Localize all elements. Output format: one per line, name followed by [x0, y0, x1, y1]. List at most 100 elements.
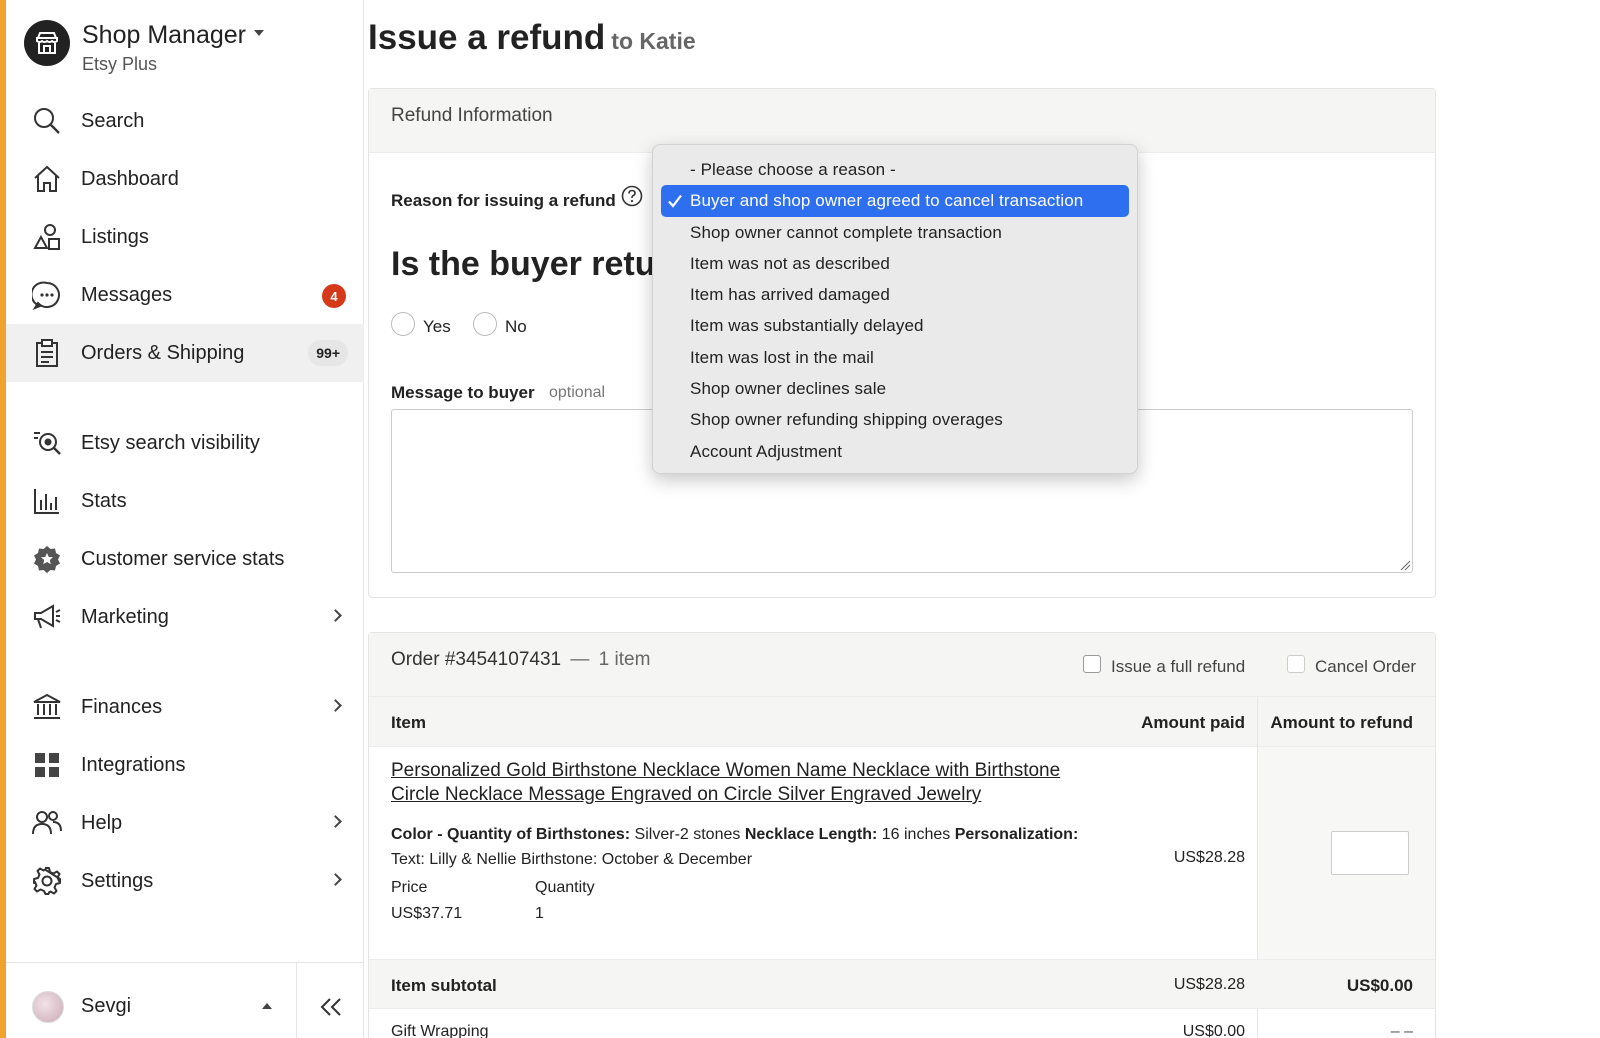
shop-name: Shop Manager	[82, 21, 247, 49]
shop-icon	[24, 20, 70, 66]
subtotal-row: Item subtotal US$28.28 US$0.00	[369, 959, 1435, 1009]
sidebar-item-label: Help	[81, 811, 123, 834]
price-label: Price	[391, 879, 428, 896]
option-value: Text: Lilly & Nellie Birthstone: October…	[391, 851, 753, 868]
sidebar-item-help[interactable]: Help	[6, 794, 364, 852]
gift-wrapping-refund: – –	[1390, 1023, 1413, 1038]
caret-down-icon	[254, 30, 265, 37]
sidebar-item-listings[interactable]: Listings	[6, 208, 364, 266]
shop-switcher[interactable]: Shop Manager Etsy Plus	[24, 20, 265, 75]
dropdown-option[interactable]: Item was lost in the mail	[661, 342, 1129, 373]
avatar	[32, 991, 64, 1023]
bank-icon	[33, 693, 61, 719]
sidebar-item-label: Integrations	[81, 753, 186, 776]
page-title-text: Issue a refund	[368, 18, 606, 57]
option-key: Necklace Length:	[744, 826, 878, 843]
dropdown-option[interactable]: Item was not as described	[661, 248, 1129, 279]
dropdown-option[interactable]: Account Adjustment	[661, 436, 1129, 467]
radio-no[interactable]: No	[473, 311, 527, 337]
sidebar-item-customer-service-stats[interactable]: Customer service stats	[6, 530, 364, 588]
option-value: Silver-2 stones	[630, 826, 745, 843]
sidebar-item-settings[interactable]: Settings	[6, 852, 364, 910]
people-icon	[32, 811, 62, 835]
table-header: Item Amount paid Amount to refund	[369, 697, 1435, 747]
sidebar-item-finances[interactable]: Finances	[6, 678, 364, 736]
checkbox-label: Issue a full refund	[1111, 657, 1246, 676]
message-label: Message to buyer	[391, 383, 535, 402]
help-icon[interactable]	[621, 185, 643, 207]
sidebar-item-messages[interactable]: Messages 4	[6, 266, 364, 324]
item-amount-paid: US$28.28	[1173, 849, 1245, 866]
sidebar-item-marketing[interactable]: Marketing	[6, 588, 364, 646]
checkbox[interactable]	[1083, 655, 1101, 673]
search-icon	[34, 108, 60, 134]
resize-handle-icon[interactable]	[1399, 559, 1411, 571]
sidebar-item-label: Listings	[81, 225, 149, 248]
reason-dropdown-menu[interactable]: - Please choose a reason - Buyer and sho…	[652, 144, 1138, 474]
dropdown-option[interactable]: Shop owner declines sale	[661, 373, 1129, 404]
page-subtitle: to Katie	[611, 28, 696, 54]
chevron-right-icon	[329, 873, 342, 886]
sidebar-item-search-visibility[interactable]: Etsy search visibility	[6, 414, 364, 472]
shop-plan: Etsy Plus	[82, 54, 158, 74]
sidebar-item-stats[interactable]: Stats	[6, 472, 364, 530]
collapse-sidebar-button[interactable]	[296, 963, 364, 1038]
full-refund-checkbox[interactable]: Issue a full refund	[1083, 651, 1245, 677]
dropdown-option[interactable]: - Please choose a reason -	[661, 154, 1129, 185]
item-count: 1 item	[598, 649, 651, 670]
checkmark-icon	[668, 195, 682, 209]
reason-label: Reason for issuing a refund	[391, 191, 616, 210]
radio-yes[interactable]: Yes	[391, 311, 451, 337]
bar-chart-icon	[34, 489, 59, 514]
sidebar-item-integrations[interactable]: Integrations	[6, 736, 364, 794]
radio-circle[interactable]	[473, 312, 497, 336]
quantity-label: Quantity	[535, 879, 595, 896]
cancel-order-checkbox[interactable]: Cancel Order	[1287, 651, 1416, 677]
dropdown-option-label: Buyer and shop owner agreed to cancel tr…	[690, 191, 1084, 211]
dropdown-option[interactable]: Shop owner cannot complete transaction	[661, 217, 1129, 248]
app-root: Shop Manager Etsy Plus Search Dashboard …	[0, 0, 1600, 1038]
sidebar-item-label: Dashboard	[81, 167, 179, 190]
sidebar-item-label: Messages	[81, 283, 173, 306]
user-name: Sevgi	[81, 995, 132, 1017]
caret-up-icon	[262, 1003, 272, 1009]
shapes-icon	[33, 224, 60, 250]
radio-circle[interactable]	[391, 312, 415, 336]
order-number: Order #3454107431	[391, 649, 562, 670]
sidebar-footer: Sevgi	[6, 962, 364, 1038]
subtotal-paid: US$28.28	[1173, 976, 1245, 993]
buyer-return-question: Is the buyer retu	[391, 245, 656, 283]
item-title-link[interactable]: Personalized Gold Birthstone Necklace Wo…	[391, 759, 1111, 807]
subtotal-refund: US$0.00	[1346, 976, 1413, 995]
dropdown-option-selected[interactable]: Buyer and shop owner agreed to cancel tr…	[661, 185, 1129, 217]
sidebar-item-label: Search	[81, 109, 145, 132]
column-header-amount-paid: Amount paid	[1141, 713, 1245, 732]
sidebar-item-search[interactable]: Search	[6, 92, 364, 150]
gift-wrapping-paid: US$0.00	[1182, 1023, 1245, 1038]
separator: —	[570, 649, 590, 670]
dropdown-option[interactable]: Item has arrived damaged	[661, 279, 1129, 310]
option-key: Personalization:	[954, 826, 1079, 843]
gear-icon	[33, 867, 61, 895]
star-badge-icon	[34, 546, 60, 573]
dropdown-option[interactable]: Item was substantially delayed	[661, 310, 1129, 341]
megaphone-icon	[34, 604, 61, 629]
sidebar-item-label: Orders & Shipping	[81, 341, 245, 364]
refund-amount-input[interactable]	[1331, 831, 1409, 875]
chevron-right-icon	[329, 699, 342, 712]
checkbox[interactable]	[1287, 655, 1305, 673]
optional-hint: optional	[549, 384, 606, 401]
sidebar-item-orders-shipping[interactable]: Orders & Shipping 99+	[6, 324, 364, 382]
page-title: Issue a refund to Katie	[368, 18, 696, 58]
user-menu-button[interactable]: Sevgi	[6, 963, 296, 1038]
sidebar-item-label: Settings	[81, 869, 154, 892]
column-header-amount-refund: Amount to refund	[1270, 713, 1413, 732]
column-header-item: Item	[391, 713, 426, 732]
home-icon	[34, 165, 60, 192]
sidebar-item-label: Marketing	[81, 605, 169, 628]
sidebar-item-dashboard[interactable]: Dashboard	[6, 150, 364, 208]
radio-label: No	[505, 317, 527, 336]
dropdown-option[interactable]: Shop owner refunding shipping overages	[661, 404, 1129, 435]
clipboard-icon	[36, 339, 58, 367]
order-header: Order #3454107431 — 1 item Issue a full …	[369, 633, 1435, 697]
